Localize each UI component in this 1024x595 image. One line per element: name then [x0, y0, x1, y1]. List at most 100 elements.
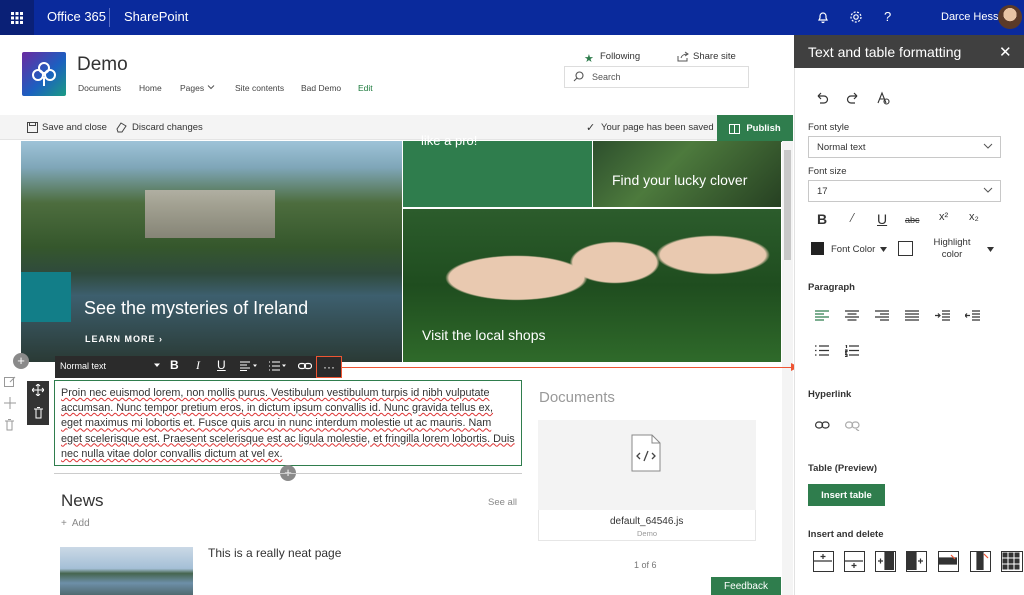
align-right-icon[interactable] — [875, 310, 889, 322]
highlight-color-button[interactable]: Highlight color — [924, 237, 980, 261]
delete-column-icon[interactable] — [970, 551, 991, 572]
office365-link[interactable]: Office 365 — [47, 9, 106, 24]
italic-icon[interactable]: / — [850, 211, 854, 227]
undo-icon[interactable] — [815, 91, 829, 105]
pane-title: Text and table formatting — [808, 44, 962, 60]
nav-bad-demo[interactable]: Bad Demo — [301, 83, 341, 93]
caret-down-icon[interactable] — [987, 247, 994, 252]
insert-table-button[interactable]: Insert table — [808, 484, 885, 506]
nav-site-contents[interactable]: Site contents — [235, 83, 284, 93]
documents-title: Documents — [539, 389, 615, 406]
share-site-button[interactable]: Share site — [693, 51, 736, 62]
hero-image-ireland[interactable] — [21, 141, 402, 362]
highlight-color-swatch[interactable] — [898, 241, 913, 256]
search-icon — [573, 71, 584, 82]
discard-changes-button[interactable]: Discard changes — [132, 122, 203, 133]
text-style-dropdown[interactable]: Normal text — [60, 361, 106, 371]
move-section-icon[interactable] — [4, 397, 18, 411]
outdent-icon[interactable] — [965, 310, 980, 322]
subscript-icon[interactable]: x₂ — [969, 211, 979, 223]
suite-divider — [109, 8, 110, 27]
app-launcher-icon[interactable] — [0, 0, 34, 35]
bold-icon[interactable]: B — [817, 211, 827, 227]
numbered-list-icon[interactable] — [845, 345, 859, 357]
font-size-dropdown[interactable] — [808, 180, 1001, 202]
help-icon[interactable]: ? — [884, 9, 891, 24]
font-style-value: Normal text — [817, 142, 866, 153]
link-icon[interactable] — [298, 361, 312, 371]
news-add-label: Add — [71, 518, 90, 529]
caret-down-icon[interactable] — [880, 247, 887, 252]
underline-icon[interactable]: U — [217, 358, 226, 372]
scrollbar-thumb[interactable] — [784, 150, 791, 260]
sharepoint-link[interactable]: SharePoint — [124, 9, 188, 24]
site-logo[interactable] — [22, 52, 66, 96]
hero-tile-pro[interactable] — [403, 141, 592, 207]
move-icon[interactable] — [32, 384, 44, 396]
align-left-icon[interactable] — [815, 310, 829, 322]
bullet-list-icon[interactable] — [815, 345, 829, 357]
insert-column-right-icon[interactable] — [906, 551, 927, 572]
documents-pager: 1 of 6 — [634, 560, 657, 570]
trash-icon[interactable] — [33, 407, 44, 419]
avatar[interactable] — [998, 5, 1022, 29]
hero-title[interactable]: See the mysteries of Ireland — [84, 298, 308, 319]
news-see-all-link[interactable]: See all — [488, 497, 517, 508]
insert-row-above-icon[interactable] — [813, 551, 834, 572]
nav-home[interactable]: Home — [139, 83, 162, 93]
news-title: News — [61, 491, 104, 510]
align-icon[interactable] — [240, 361, 258, 371]
section-divider — [54, 473, 522, 474]
clear-formatting-icon[interactable] — [876, 91, 890, 105]
insert-link-icon[interactable] — [815, 420, 830, 430]
nav-edit[interactable]: Edit — [358, 83, 373, 93]
strikethrough-icon[interactable]: abc — [905, 215, 920, 225]
chevron-down-icon — [983, 185, 993, 195]
gear-icon[interactable] — [849, 10, 863, 24]
save-icon[interactable] — [27, 122, 38, 133]
following-button[interactable]: Following — [600, 51, 640, 62]
remove-link-icon[interactable] — [845, 420, 860, 431]
star-icon[interactable]: ★ — [584, 52, 594, 65]
delete-table-icon[interactable] — [1001, 551, 1023, 572]
redo-icon[interactable] — [846, 91, 860, 105]
caret-down-icon[interactable] — [153, 361, 161, 369]
underline-icon[interactable]: U — [877, 211, 887, 227]
save-and-close-button[interactable]: Save and close — [42, 122, 107, 133]
feedback-button[interactable]: Feedback — [711, 577, 781, 595]
discard-icon[interactable] — [116, 121, 128, 133]
close-icon[interactable]: ✕ — [999, 43, 1012, 61]
news-item-title[interactable]: This is a really neat page — [208, 546, 341, 560]
learn-more-link[interactable]: LEARN MORE › — [85, 334, 163, 344]
delete-section-icon[interactable] — [4, 419, 18, 433]
news-item-thumbnail[interactable] — [60, 547, 193, 595]
insert-delete-heading: Insert and delete — [808, 529, 884, 540]
delete-row-icon[interactable] — [938, 551, 959, 572]
nav-pages[interactable]: Pages — [180, 83, 204, 93]
font-color-swatch[interactable] — [811, 242, 824, 255]
add-section-icon[interactable]: + — [13, 353, 29, 369]
document-name[interactable]: default_64546.js — [610, 516, 683, 527]
edit-section-icon[interactable] — [4, 376, 18, 390]
superscript-icon[interactable]: x² — [939, 211, 948, 223]
share-icon[interactable] — [677, 51, 689, 62]
justify-icon[interactable] — [905, 310, 919, 322]
publish-button[interactable]: Publish — [717, 115, 793, 142]
list-icon[interactable] — [269, 361, 287, 371]
insert-column-left-icon[interactable] — [875, 551, 896, 572]
chevron-down-icon[interactable] — [206, 82, 216, 92]
align-center-icon[interactable] — [845, 310, 859, 322]
bell-icon[interactable] — [816, 10, 830, 24]
indent-icon[interactable] — [935, 310, 950, 322]
nav-documents[interactable]: Documents — [78, 83, 121, 93]
font-color-button[interactable]: Font Color — [831, 244, 875, 255]
chevron-right-icon: › — [159, 334, 164, 344]
news-add-button[interactable]: + Add — [61, 518, 90, 529]
more-options-button[interactable]: ··· — [316, 356, 342, 378]
italic-icon[interactable]: I — [196, 358, 200, 373]
bold-icon[interactable]: B — [170, 358, 179, 372]
insert-row-below-icon[interactable] — [844, 551, 865, 572]
site-title[interactable]: Demo — [77, 54, 128, 76]
text-webpart[interactable]: Proin nec euismod lorem, non mollis puru… — [54, 380, 522, 466]
user-name[interactable]: Darce Hess — [941, 11, 998, 23]
